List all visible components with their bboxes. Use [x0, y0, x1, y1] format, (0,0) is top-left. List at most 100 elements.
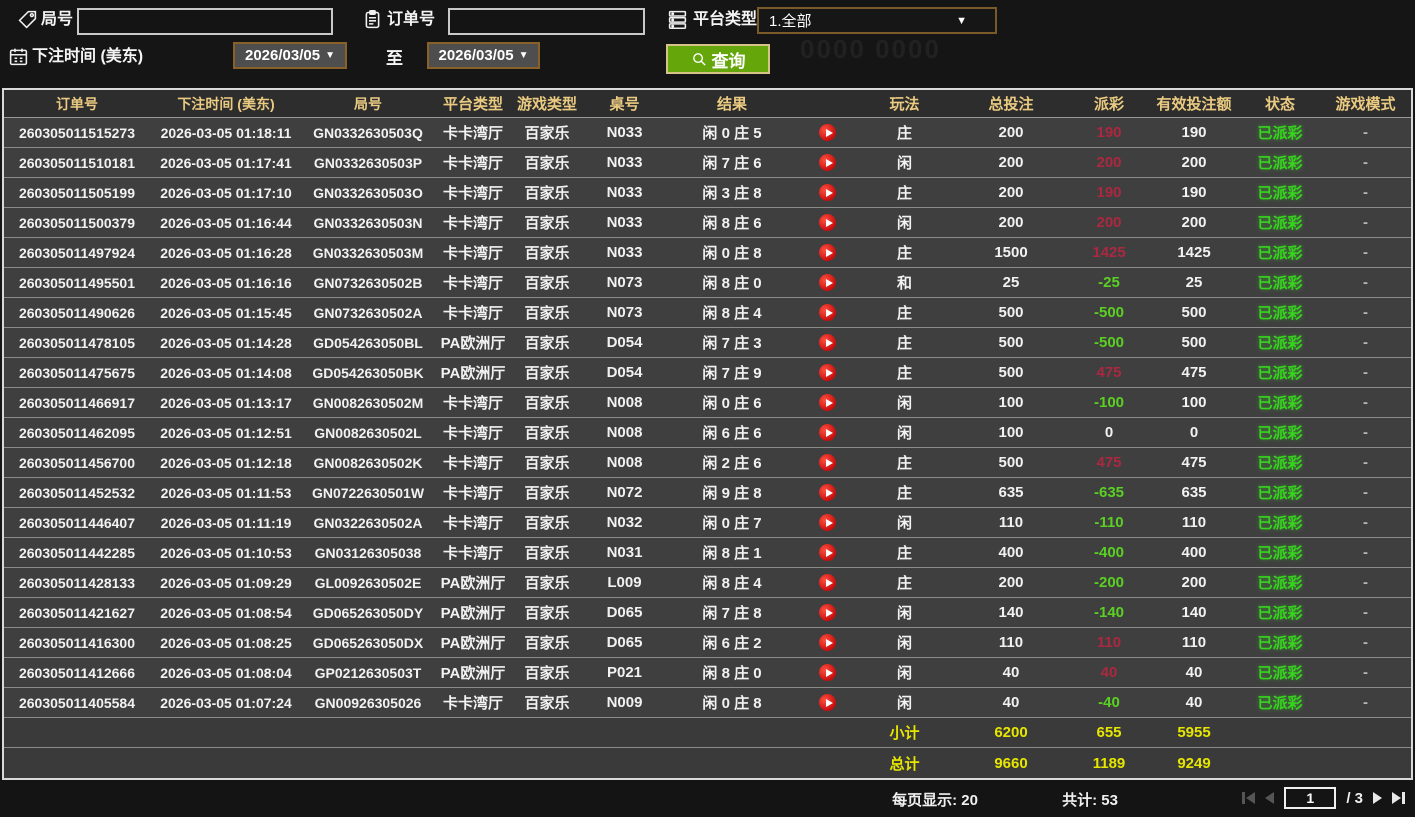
date-from-picker[interactable]: 2026/03/05 ▼: [233, 42, 347, 69]
subtotal-row-cell: 5955: [1177, 724, 1211, 741]
first-page-button[interactable]: [1242, 792, 1256, 804]
replay-icon[interactable]: [818, 664, 836, 682]
cell-bet: 110: [998, 514, 1024, 531]
replay-icon[interactable]: [818, 124, 836, 142]
replay-icon[interactable]: [818, 694, 836, 712]
cell-result: 闲 3 庄 8: [702, 185, 762, 202]
order-number-label: 订单号: [387, 11, 436, 28]
replay-icon[interactable]: [818, 214, 836, 232]
cell-play: 闲: [896, 155, 912, 172]
cell-time: 2026-03-05 01:12:18: [160, 454, 292, 471]
cell-platform: 卡卡湾厅: [442, 125, 503, 142]
replay-icon[interactable]: [818, 454, 836, 472]
column-header: 桌号: [609, 96, 640, 113]
cell-valid: 110: [1181, 514, 1207, 531]
cell-order: 260305011428133: [18, 574, 136, 591]
cell-table: N009: [606, 694, 643, 711]
cell-mode: -: [1363, 424, 1368, 441]
cell-result: 闲 7 庄 8: [702, 605, 762, 622]
table-row: 260305011421627 2026-03-05 01:08:54 GD0652…: [4, 598, 1411, 628]
platform-type-label: 平台类型: [693, 11, 758, 28]
cell-mode: -: [1363, 634, 1368, 651]
prev-page-button[interactable]: [1265, 792, 1275, 804]
cell-order: 260305011478105: [18, 334, 136, 351]
cell-payout: -140: [1093, 604, 1125, 621]
cell-payout: -40: [1098, 694, 1120, 711]
replay-icon[interactable]: [818, 514, 836, 532]
cell-result: 闲 7 庄 3: [702, 335, 762, 352]
replay-icon[interactable]: [818, 184, 836, 202]
cell-payout: 40: [1100, 664, 1118, 681]
replay-icon[interactable]: [818, 574, 836, 592]
cell-valid: 40: [1185, 664, 1203, 681]
cell-valid: 40: [1185, 694, 1203, 711]
search-icon: [692, 52, 706, 66]
round-number-label: 局号: [41, 11, 74, 28]
cell-table: N073: [606, 304, 643, 321]
cell-valid: 100: [1181, 394, 1207, 411]
cell-bet: 500: [998, 364, 1024, 381]
cell-time: 2026-03-05 01:17:10: [160, 184, 292, 201]
calendar-icon: [8, 46, 29, 67]
replay-icon[interactable]: [818, 604, 836, 622]
replay-icon[interactable]: [818, 154, 836, 172]
cell-replay: [797, 664, 857, 682]
cell-time: 2026-03-05 01:10:53: [160, 544, 292, 561]
next-page-button[interactable]: [1373, 792, 1382, 804]
replay-icon[interactable]: [818, 364, 836, 382]
replay-icon[interactable]: [818, 244, 836, 262]
chevron-down-icon: ▼: [518, 50, 529, 61]
cell-payout: 190: [1096, 184, 1122, 201]
cell-bet: 635: [998, 484, 1024, 501]
cell-valid: 200: [1181, 154, 1207, 171]
table-row: 260305011510181 2026-03-05 01:17:41 GN0332…: [4, 148, 1411, 178]
replay-icon[interactable]: [818, 304, 836, 322]
cell-game: 百家乐: [524, 455, 570, 472]
cell-status: 已派彩: [1257, 395, 1303, 412]
cell-valid: 200: [1181, 214, 1207, 231]
replay-icon[interactable]: [818, 634, 836, 652]
table-row: 260305011490626 2026-03-05 01:15:45 GN0732…: [4, 298, 1411, 328]
cell-status: 已派彩: [1257, 575, 1303, 592]
table-row: 260305011478105 2026-03-05 01:14:28 GD0542…: [4, 328, 1411, 358]
cell-order: 260305011497924: [18, 244, 136, 261]
cell-table: N033: [606, 214, 643, 231]
cell-play: 闲: [896, 635, 912, 652]
date-to-picker[interactable]: 2026/03/05 ▼: [427, 42, 540, 69]
table-header-row: 订单号 下注时间 (美东) 局号 平台类型 游戏类型 桌号 结果 玩法 总投注 派彩 有效投注额 状态…: [4, 90, 1411, 118]
cell-play: 闲: [896, 515, 912, 532]
cell-payout: -400: [1093, 544, 1125, 561]
cell-replay: [797, 364, 857, 382]
query-button[interactable]: 查询: [666, 44, 770, 74]
cell-round: GN0722630501W: [311, 484, 425, 501]
round-number-input[interactable]: [77, 8, 333, 35]
filter-bar: 局号 订单号 平台类型 1.全部 ▼ 下注时间 (美东) 2026/03/05 …: [0, 0, 1415, 88]
cell-valid: 25: [1185, 274, 1203, 291]
cell-table: D065: [606, 604, 643, 621]
replay-icon[interactable]: [818, 274, 836, 292]
cell-time: 2026-03-05 01:16:16: [160, 274, 292, 291]
replay-icon[interactable]: [818, 544, 836, 562]
cell-play: 庄: [896, 245, 912, 262]
replay-icon[interactable]: [818, 424, 836, 442]
bet-records-screen: 0000 0000 00000 Axl 局号 订单号 平台类型 1.全部 ▼ 下…: [0, 0, 1415, 817]
replay-icon[interactable]: [818, 394, 836, 412]
cell-table: P021: [606, 664, 643, 681]
replay-icon[interactable]: [818, 334, 836, 352]
order-number-input[interactable]: [448, 8, 645, 35]
cell-platform: PA欧洲厅: [440, 665, 506, 682]
replay-icon[interactable]: [818, 484, 836, 502]
table-row: 260305011500379 2026-03-05 01:16:44 GN0332…: [4, 208, 1411, 238]
cell-game: 百家乐: [524, 155, 570, 172]
cell-play: 庄: [896, 185, 912, 202]
cell-result: 闲 0 庄 8: [702, 695, 762, 712]
cell-result: 闲 2 庄 6: [702, 455, 762, 472]
cell-order: 260305011490626: [18, 304, 136, 321]
platform-type-select[interactable]: 1.全部 ▼: [757, 7, 997, 34]
cell-bet: 40: [1002, 664, 1020, 681]
cell-table: N032: [606, 514, 643, 531]
page-number-input[interactable]: [1284, 787, 1337, 809]
last-page-button[interactable]: [1392, 792, 1405, 804]
cell-play: 庄: [896, 455, 912, 472]
cell-replay: [797, 604, 857, 622]
